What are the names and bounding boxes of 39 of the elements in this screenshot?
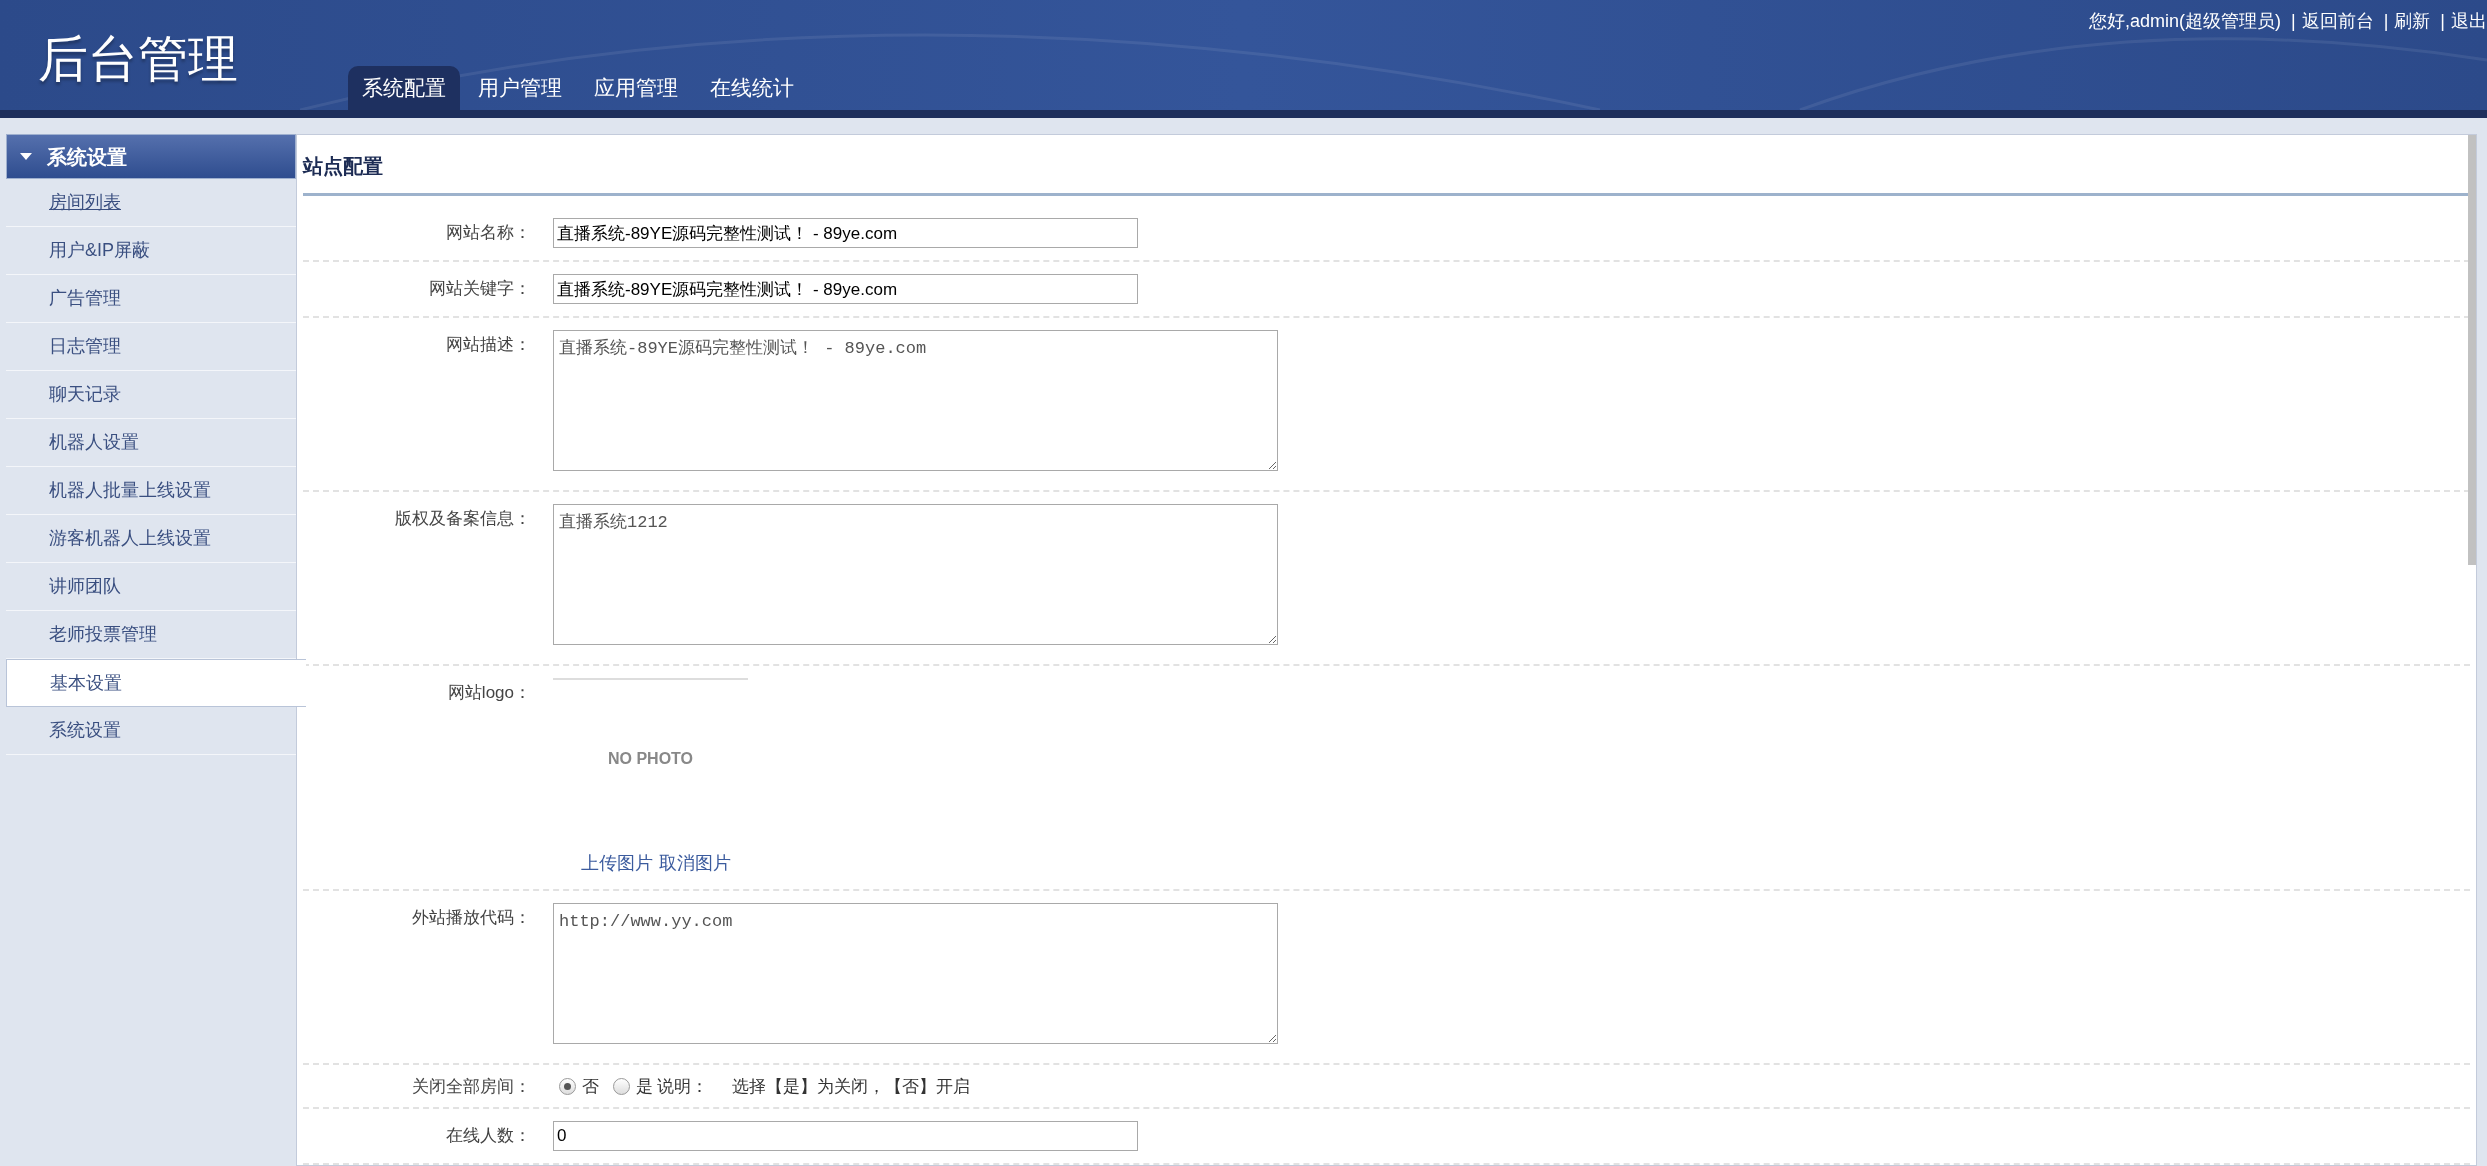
user-greeting: 您好,admin(超级管理员) — [2088, 10, 2281, 33]
sidebar-item[interactable]: 基本设置 — [6, 659, 306, 707]
separator: | — [2290, 10, 2296, 33]
field-label: 在线人数： — [445, 1124, 532, 1147]
scrollbar-thumb[interactable] — [2468, 135, 2476, 565]
nav-tab[interactable]: 应用管理 — [580, 66, 692, 110]
header-link[interactable]: 刷新 — [2394, 8, 2431, 35]
field-label: 网站关键字： — [428, 278, 532, 300]
field-label: 版权及备案信息： — [394, 508, 532, 530]
text-input[interactable]: 0 — [553, 1120, 1138, 1151]
radio-label: 否 — [582, 1076, 599, 1098]
nav-tab[interactable]: 在线统计 — [696, 66, 808, 110]
text-area[interactable]: http://www.yy.com — [553, 903, 1278, 1044]
no-photo-label: NO PHOTO — [607, 749, 693, 769]
header-link[interactable]: 返回前台 — [2301, 8, 2374, 35]
field-label: 网站logo： — [446, 682, 532, 704]
upload-link[interactable]: 上传图片 — [581, 850, 653, 877]
field-label: 网站描述： — [445, 334, 532, 356]
nav-tab[interactable]: 用户管理 — [464, 66, 576, 110]
upload-link[interactable]: 取消图片 — [659, 850, 731, 877]
text-area[interactable]: 直播系统1212 — [553, 504, 1278, 645]
radio-button[interactable] — [613, 1078, 630, 1096]
panel-title: 站点配置 — [303, 154, 384, 179]
separator: | — [2383, 10, 2389, 33]
text-input[interactable]: 直播系统-89YE源码完整性测试！ - 89ye.com — [553, 218, 1138, 248]
separator: | — [2440, 10, 2445, 33]
text-area[interactable]: 直播系统-89YE源码完整性测试！ - 89ye.com — [553, 330, 1278, 471]
radio-label: 是 — [636, 1076, 653, 1098]
text-input[interactable]: 直播系统-89YE源码完整性测试！ - 89ye.com — [553, 274, 1138, 304]
field-label: 外站播放代码： — [411, 907, 532, 929]
header-link[interactable]: 退出 — [2451, 8, 2487, 35]
note-text: 选择【是】为关闭，【否】开启 — [732, 1076, 970, 1098]
note-label: 说明： — [657, 1076, 708, 1098]
logo-title: 后台管理 — [38, 34, 238, 84]
field-label: 网站名称： — [445, 222, 532, 244]
radio-button[interactable] — [559, 1078, 576, 1096]
field-label: 关闭全部房间： — [411, 1076, 532, 1098]
nav-tab[interactable]: 系统配置 — [348, 66, 460, 110]
sidebar-section-header[interactable]: 系统设置 — [6, 134, 296, 179]
